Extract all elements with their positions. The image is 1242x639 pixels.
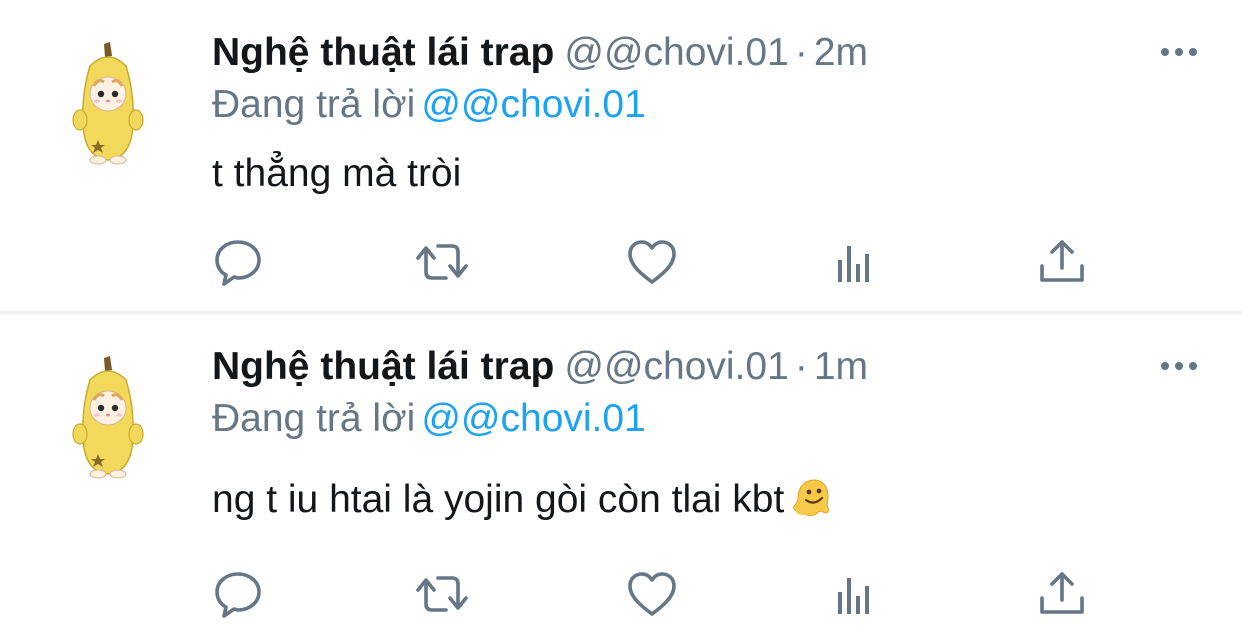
tweet-header: Nghệ thuật lái trap @@chovi.01 · 1m <box>212 344 868 390</box>
reply-context: Đang trả lời @@chovi.01 <box>212 82 646 128</box>
reply-prefix: Đang trả lời <box>212 397 416 440</box>
timeline: Nghệ thuật lái trap @@chovi.01 · 2m Đang tr… <box>0 0 1242 639</box>
heart-icon[interactable] <box>624 234 680 290</box>
separator-dot: · <box>794 345 808 388</box>
views-bar-chart-icon[interactable] <box>828 234 884 290</box>
separator-dot: · <box>794 31 808 74</box>
tweet-actions <box>0 566 1242 626</box>
reply-mention-link[interactable]: @@chovi.01 <box>421 83 645 126</box>
tweet[interactable]: Nghệ thuật lái trap @@chovi.01 · 2m Đang tr… <box>0 0 1242 311</box>
reply-context: Đang trả lời @@chovi.01 <box>212 396 646 442</box>
reply-mention-link[interactable]: @@chovi.01 <box>421 397 645 440</box>
retweet-icon[interactable] <box>414 234 470 290</box>
more-horizontal-icon[interactable] <box>1158 354 1200 378</box>
views-bar-chart-icon[interactable] <box>828 566 884 622</box>
tweet-text: ng t iu htai là yojin gòi còn tlai kbt <box>212 476 832 524</box>
reply-prefix: Đang trả lời <box>212 83 416 126</box>
user-handle[interactable]: @@chovi.01 <box>564 31 788 74</box>
user-handle[interactable]: @@chovi.01 <box>564 345 788 388</box>
tweet[interactable]: Nghệ thuật lái trap @@chovi.01 · 1m Đang tr… <box>0 314 1242 639</box>
display-name[interactable]: Nghệ thuật lái trap <box>212 345 554 388</box>
tweet-text: t thẳng mà tròi <box>212 152 462 195</box>
retweet-icon[interactable] <box>414 566 470 622</box>
share-upload-icon[interactable] <box>1034 566 1090 622</box>
tweet-text-content: ng t iu htai là yojin gòi còn tlai kbt <box>212 478 785 521</box>
melting-face-emoji <box>790 476 832 518</box>
timestamp[interactable]: 1m <box>814 345 868 388</box>
more-horizontal-icon[interactable] <box>1158 40 1200 64</box>
share-upload-icon[interactable] <box>1034 234 1090 290</box>
reply-bubble-icon[interactable] <box>210 566 266 622</box>
avatar[interactable] <box>68 352 150 482</box>
tweet-actions <box>0 234 1242 294</box>
avatar[interactable] <box>68 38 150 168</box>
display-name[interactable]: Nghệ thuật lái trap <box>212 31 554 74</box>
tweet-header: Nghệ thuật lái trap @@chovi.01 · 2m <box>212 30 868 76</box>
heart-icon[interactable] <box>624 566 680 622</box>
timestamp[interactable]: 2m <box>814 31 868 74</box>
reply-bubble-icon[interactable] <box>210 234 266 290</box>
